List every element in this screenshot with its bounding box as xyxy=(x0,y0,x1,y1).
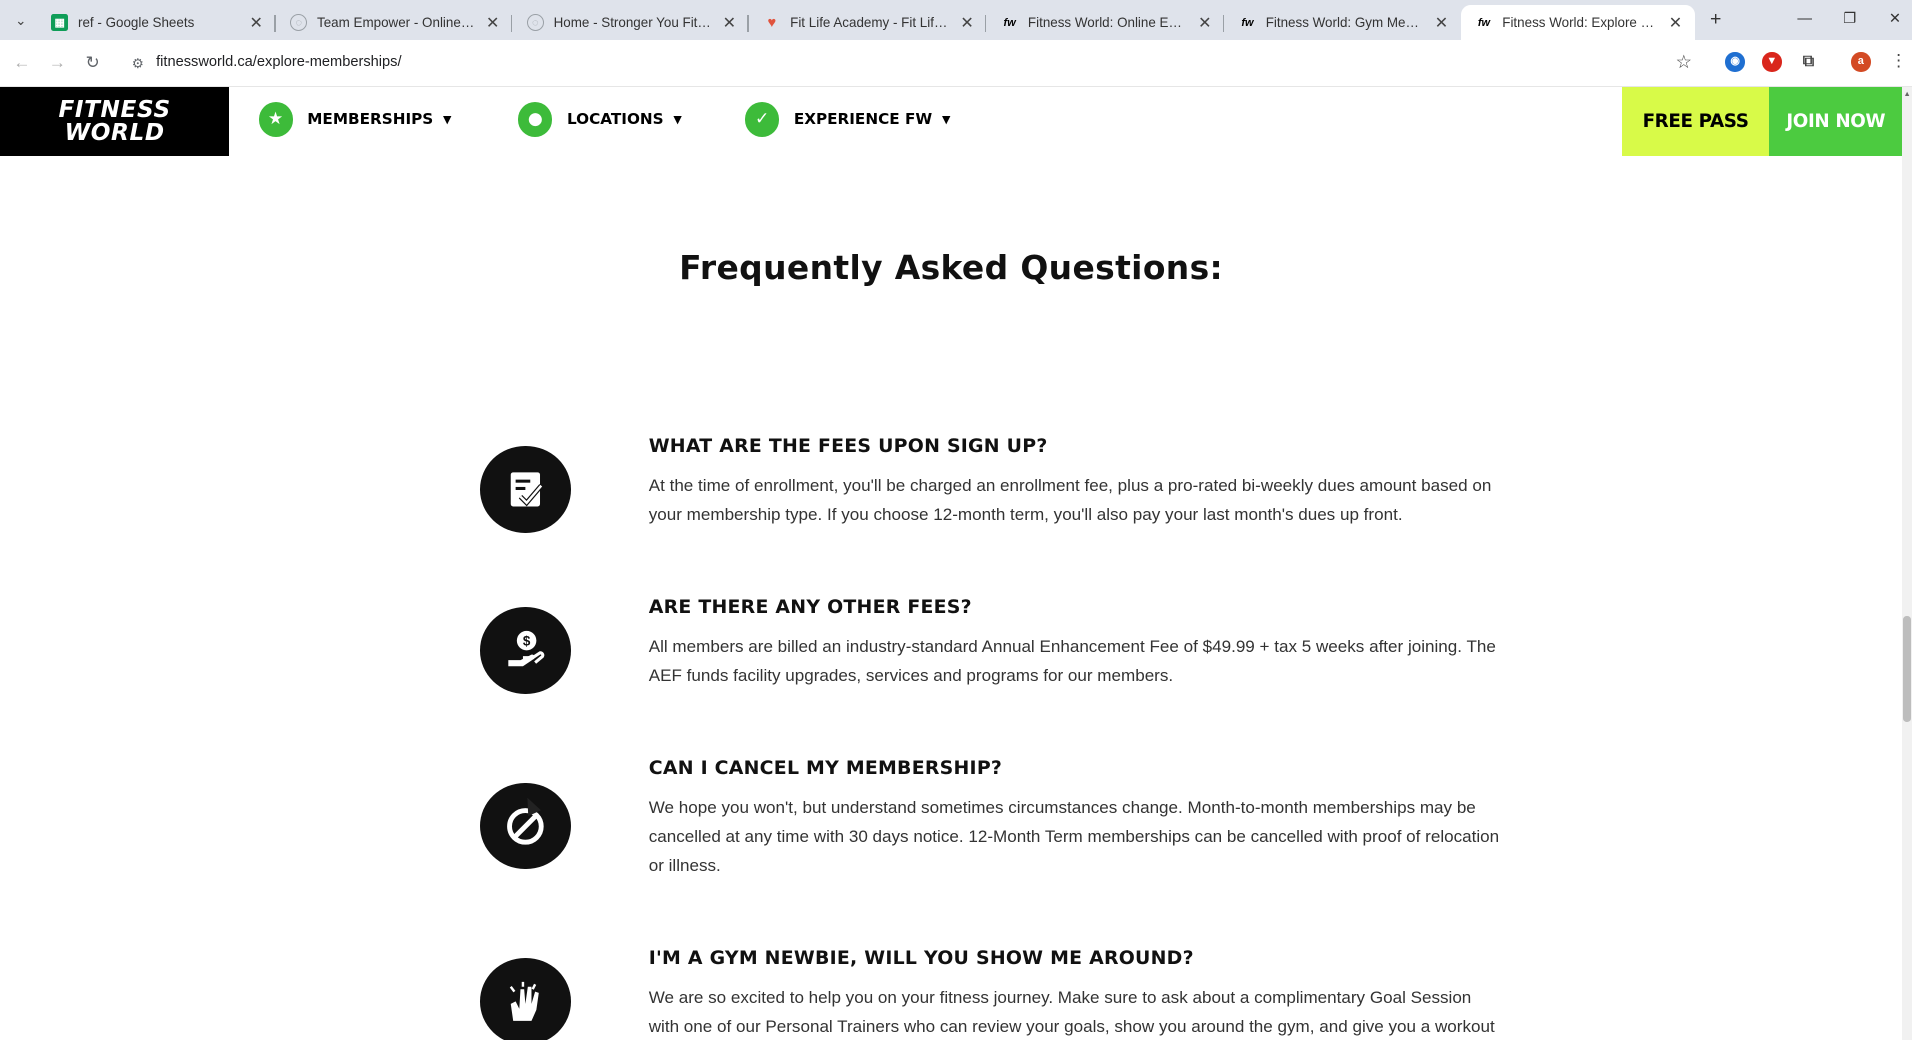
extensions-puzzle-icon[interactable]: ⧉ xyxy=(1799,52,1819,72)
fitness-world-logo[interactable]: FITNESS WORLD xyxy=(0,86,230,157)
profile-avatar[interactable]: a xyxy=(1851,52,1871,72)
address-bar[interactable]: fitnessworld.ca/explore-memberships/ xyxy=(156,54,401,70)
shield-extension-icon[interactable]: ▼ xyxy=(1762,52,1782,72)
browser-menu-icon[interactable]: ⋮ xyxy=(1890,51,1907,71)
tab-title: Team Empower - Online Coachi xyxy=(317,15,476,31)
map-pin-icon: ● xyxy=(518,102,553,137)
faq-question[interactable]: ARE THERE ANY OTHER FEES? xyxy=(649,596,972,618)
tab-title: Fitness World: Explore Our Gym xyxy=(1502,15,1659,31)
page-scrollbar[interactable] xyxy=(1902,86,1912,1040)
new-tab-button[interactable]: + xyxy=(1705,8,1727,31)
restore-icon[interactable]: ❐ xyxy=(1833,7,1867,31)
bookmark-star-icon[interactable]: ☆ xyxy=(1675,51,1691,73)
cancel-icon xyxy=(480,782,571,870)
high-five-icon xyxy=(480,958,571,1040)
browser-tab[interactable]: ▦ ref - Google Sheets ✕ xyxy=(37,5,276,40)
site-header: FITNESS WORLD ★ MEMBERSHIPS ▼ ● LOCATION… xyxy=(0,86,1903,158)
faq-answer: We hope you won't, but understand someti… xyxy=(648,797,1500,876)
faq-title: Frequently Asked Questions: xyxy=(679,247,1224,287)
tab-title: Home - Stronger You Fitness xyxy=(553,15,713,31)
svg-text:$: $ xyxy=(523,634,531,649)
globe-icon: ◌ xyxy=(526,14,544,32)
site-info-icon[interactable]: ⚙ xyxy=(128,54,148,74)
checklist-icon xyxy=(480,446,571,533)
nav-label: EXPERIENCE FW xyxy=(793,110,933,129)
caret-down-icon: ▼ xyxy=(673,112,682,126)
logo-line-1: FITNESS xyxy=(58,96,171,123)
check-icon: ✓ xyxy=(745,102,780,137)
browser-toolbar: ← → ↻ ⚙ fitnessworld.ca/explore-membersh… xyxy=(0,40,1912,87)
faq-answer: At the time of enrollment, you'll be cha… xyxy=(648,475,1492,524)
sheets-icon: ▦ xyxy=(51,14,69,32)
browser-tab[interactable]: ♥ Fit Life Academy - Fit Life Acad ✕ xyxy=(749,5,987,40)
browser-tab-strip: ⌄ ▦ ref - Google Sheets ✕ ◌ Team Empower… xyxy=(0,0,1912,41)
star-icon: ★ xyxy=(258,102,293,137)
browser-tab-active[interactable]: fw Fitness World: Explore Our Gym ✕ xyxy=(1460,4,1695,41)
nav-experience-fw[interactable]: ✓ EXPERIENCE FW ▼ xyxy=(745,101,950,138)
browser-tab[interactable]: fw Fitness World: Gym Membershi ✕ xyxy=(1224,5,1461,40)
faq-question[interactable]: WHAT ARE THE FEES UPON SIGN UP? xyxy=(649,435,1048,457)
free-pass-button[interactable]: FREE PASS xyxy=(1621,86,1770,157)
close-tab-icon[interactable]: ✕ xyxy=(1195,13,1215,33)
forward-arrow-icon[interactable]: → xyxy=(45,51,69,75)
fw-logo-icon: fw xyxy=(1003,16,1016,29)
close-tab-icon[interactable]: ✕ xyxy=(1432,13,1452,33)
browser-tab[interactable]: fw Fitness World: Online Exercise C ✕ xyxy=(986,5,1225,40)
fw-logo-icon: fw xyxy=(1241,16,1254,29)
money-hand-icon: $ xyxy=(480,607,571,694)
tab-title: Fit Life Academy - Fit Life Acad xyxy=(790,15,950,31)
browser-tab[interactable]: ◌ Home - Stronger You Fitness ✕ xyxy=(512,5,749,40)
scroll-up-arrow-icon[interactable]: ▲ xyxy=(1903,89,1911,98)
close-tab-icon[interactable]: ✕ xyxy=(719,13,739,33)
nav-label: MEMBERSHIPS xyxy=(307,110,434,129)
heart-logo-icon: ♥ xyxy=(767,14,777,31)
faq-answer: All members are billed an industry-stand… xyxy=(648,636,1496,685)
close-tab-icon[interactable]: ✕ xyxy=(246,13,266,33)
nav-locations[interactable]: ● LOCATIONS ▼ xyxy=(518,101,682,138)
back-arrow-icon[interactable]: ← xyxy=(10,51,34,75)
caret-down-icon: ▼ xyxy=(443,112,452,126)
close-tab-icon[interactable]: ✕ xyxy=(957,13,977,33)
close-window-icon[interactable]: ✕ xyxy=(1878,7,1912,31)
nav-memberships[interactable]: ★ MEMBERSHIPS ▼ xyxy=(258,101,452,138)
close-tab-icon[interactable]: ✕ xyxy=(483,13,503,33)
minimize-icon[interactable]: — xyxy=(1788,7,1822,31)
globe-icon: ◌ xyxy=(290,14,308,32)
tab-title: Fitness World: Gym Membershi xyxy=(1265,15,1425,31)
faq-answer: We are so excited to help you on your fi… xyxy=(648,987,1495,1037)
caret-down-icon: ▼ xyxy=(941,112,951,126)
nav-label: LOCATIONS xyxy=(567,110,664,129)
tab-search-icon[interactable]: ⌄ xyxy=(10,11,32,31)
close-tab-icon[interactable]: ✕ xyxy=(1666,13,1686,33)
browser-tab[interactable]: ◌ Team Empower - Online Coachi ✕ xyxy=(276,5,513,40)
faq-question[interactable]: CAN I CANCEL MY MEMBERSHIP? xyxy=(649,757,1002,779)
scrollbar-thumb[interactable] xyxy=(1903,615,1911,722)
fw-logo-icon: fw xyxy=(1477,16,1491,29)
faq-question[interactable]: I'M A GYM NEWBIE, WILL YOU SHOW ME AROUN… xyxy=(649,947,1194,969)
logo-line-2: WORLD xyxy=(64,119,165,146)
tab-title: Fitness World: Online Exercise C xyxy=(1027,15,1188,31)
join-now-button[interactable]: JOIN NOW xyxy=(1769,86,1903,157)
reload-icon[interactable]: ↻ xyxy=(80,51,104,75)
tab-title: ref - Google Sheets xyxy=(78,15,195,31)
extension-icon[interactable]: ◉ xyxy=(1725,52,1745,72)
